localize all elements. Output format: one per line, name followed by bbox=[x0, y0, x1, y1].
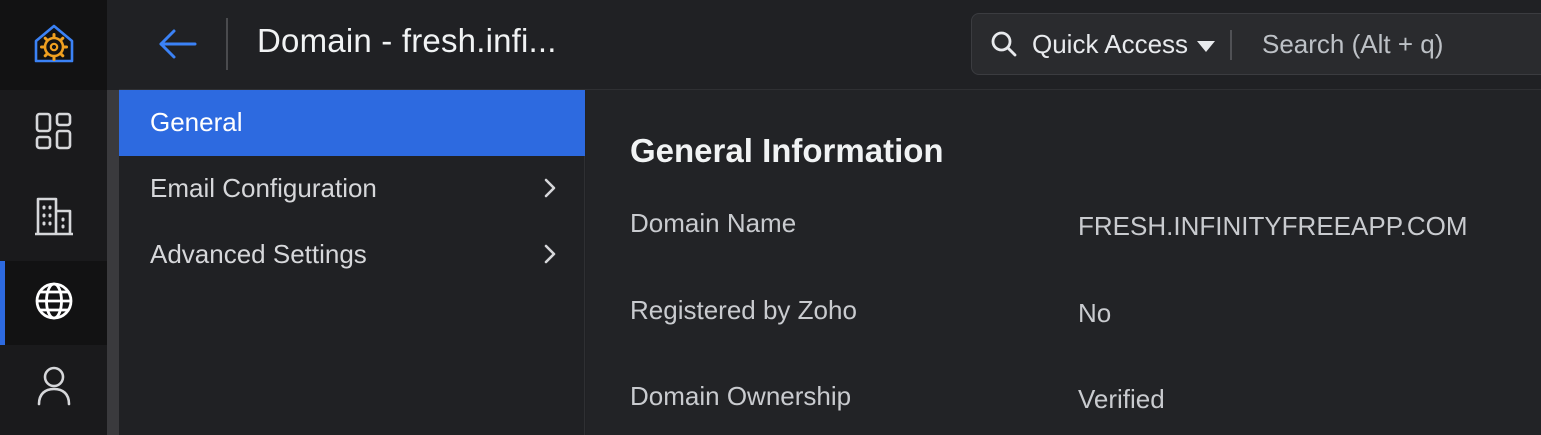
search-icon bbox=[990, 30, 1018, 63]
field-label-domain-ownership: Domain Ownership bbox=[630, 381, 852, 411]
globe-icon bbox=[33, 280, 75, 327]
caret-down-icon[interactable] bbox=[1197, 41, 1215, 52]
user-icon bbox=[36, 365, 72, 412]
field-value-registered-by-zoho: No bbox=[1078, 298, 1112, 328]
header-divider bbox=[226, 18, 228, 70]
search-divider bbox=[1230, 30, 1232, 60]
dashboard-icon bbox=[34, 111, 74, 156]
organization-building-icon bbox=[34, 195, 74, 242]
quick-access-label[interactable]: Quick Access bbox=[1032, 29, 1188, 60]
page-title: Domain - fresh.infi... bbox=[257, 22, 557, 59]
rail-item-domains[interactable] bbox=[0, 261, 107, 345]
nav-item-label: Advanced Settings bbox=[150, 239, 367, 269]
nav-item-label: General bbox=[150, 107, 243, 137]
nav-item-email-configuration[interactable]: Email Configuration bbox=[119, 156, 585, 222]
field-value-domain-name: FRESH.INFINITYFREEAPP.COM bbox=[1078, 211, 1468, 241]
app-logo[interactable] bbox=[0, 0, 107, 90]
rail-item-users[interactable] bbox=[0, 346, 107, 430]
rail-item-dashboard[interactable] bbox=[0, 91, 107, 175]
arrow-left-icon bbox=[158, 28, 198, 65]
nav-item-advanced-settings[interactable]: Advanced Settings bbox=[119, 222, 585, 288]
section-title: General Information bbox=[630, 132, 944, 169]
icon-rail bbox=[0, 0, 107, 435]
nav-scrollbar[interactable] bbox=[107, 90, 119, 435]
section-nav: General Email Configuration Advanced Set… bbox=[119, 90, 585, 435]
field-label-domain-name: Domain Name bbox=[630, 208, 797, 238]
nav-item-general[interactable]: General bbox=[119, 90, 585, 156]
nav-item-label: Email Configuration bbox=[150, 173, 377, 203]
top-header: Domain - fresh.infi... Quick Access bbox=[119, 0, 1541, 90]
chevron-right-icon bbox=[543, 243, 557, 270]
rail-item-organization[interactable] bbox=[0, 176, 107, 260]
main-content: General Information Domain Name FRESH.IN… bbox=[586, 90, 1541, 435]
field-label-registered-by-zoho: Registered by Zoho bbox=[630, 295, 857, 325]
search-input[interactable] bbox=[1262, 24, 1541, 64]
back-button[interactable] bbox=[156, 24, 200, 68]
field-value-domain-ownership: Verified bbox=[1078, 384, 1165, 414]
chevron-right-icon bbox=[543, 177, 557, 204]
search-bar[interactable]: Quick Access bbox=[971, 13, 1541, 75]
admin-gear-home-icon bbox=[30, 19, 78, 72]
